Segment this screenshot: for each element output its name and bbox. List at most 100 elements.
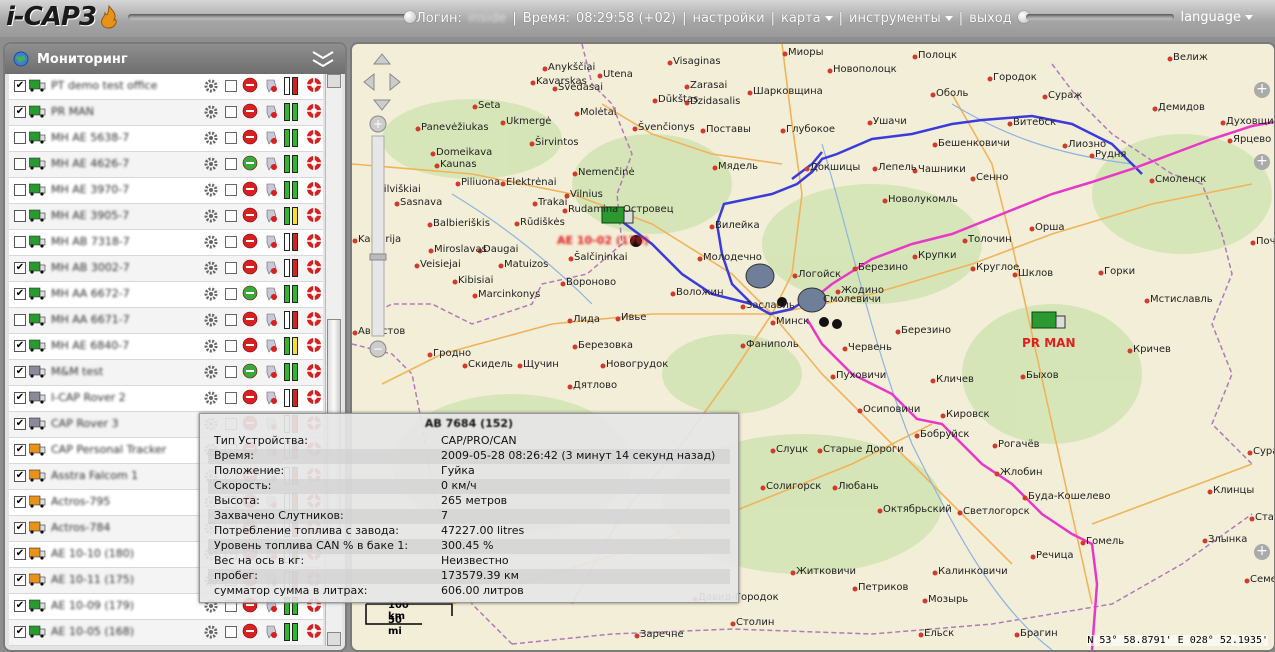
pan-up-icon[interactable] [372,53,392,65]
pin-icon[interactable] [264,208,278,224]
vehicle-checkbox[interactable]: ✔ [14,626,26,638]
vehicle-name[interactable]: МН АА 6671-7 [51,313,130,326]
map-expand-button[interactable]: + [1254,82,1270,98]
vehicle-row[interactable]: МН АЕ 3905-7 [9,204,323,230]
vehicle-name[interactable]: AE 10-05 (168) [51,625,134,638]
menu-settings[interactable]: настройки [692,11,764,26]
menu-exit[interactable]: выход [969,11,1012,26]
vehicle-row[interactable]: ✔ МН АЕ 6840-7 [9,334,323,360]
pin-icon[interactable] [264,624,278,640]
pin-icon[interactable] [264,104,278,120]
vehicle-checkbox[interactable]: ✔ [14,496,26,508]
vehicle-name[interactable]: M&M test [51,365,103,378]
track-checkbox[interactable] [225,210,237,222]
lifebuoy-icon[interactable] [306,311,322,327]
map-expand-button[interactable]: + [1254,544,1270,560]
vehicle-name[interactable]: Asstra Falcom 1 [51,469,138,482]
vehicle-checkbox[interactable] [14,184,26,196]
pin-icon[interactable] [264,390,278,406]
pin-icon[interactable] [264,260,278,276]
vehicle-row[interactable]: МН АА 6671-7 [9,308,323,334]
vehicle-checkbox[interactable]: ✔ [14,80,26,92]
pin-icon[interactable] [264,234,278,250]
track-checkbox[interactable] [225,236,237,248]
lifebuoy-icon[interactable] [306,207,322,223]
gear-icon[interactable] [203,624,219,640]
gear-icon[interactable] [203,78,219,94]
vehicle-name[interactable]: МН АЕ 3905-7 [51,209,129,222]
collapse-icon[interactable] [311,49,335,69]
lifebuoy-icon[interactable] [306,623,322,639]
pin-icon[interactable] [264,286,278,302]
vehicle-name[interactable]: МН АВ 7318-7 [51,235,130,248]
gear-icon[interactable] [203,338,219,354]
vehicle-name[interactable]: Actros-795 [51,495,110,508]
vehicle-checkbox[interactable]: ✔ [14,340,26,352]
gear-icon[interactable] [203,364,219,380]
vehicle-checkbox[interactable]: ✔ [14,600,26,612]
vehicle-name[interactable]: Actros-784 [51,521,110,534]
scroll-down-arrow[interactable] [327,632,341,646]
pan-control[interactable] [362,52,402,112]
vehicle-checkbox[interactable]: ✔ [14,522,26,534]
pin-icon[interactable] [264,182,278,198]
track-checkbox[interactable] [225,314,237,326]
pin-icon[interactable] [264,78,278,94]
track-checkbox[interactable] [225,288,237,300]
vehicle-checkbox[interactable]: ✔ [14,548,26,560]
vehicle-checkbox[interactable]: ✔ [14,366,26,378]
vehicle-row[interactable]: ✔ I-CAP Rover 2 [9,386,323,412]
track-checkbox[interactable] [225,340,237,352]
vehicle-row[interactable]: ✔ МН АА 6672-7 [9,282,323,308]
gear-icon[interactable] [203,234,219,250]
vehicle-checkbox[interactable] [14,236,26,248]
vehicle-row[interactable]: МН АЕ 4626-7 [9,152,323,178]
vehicle-row[interactable]: ✔ PR MAN [9,100,323,126]
vehicle-name[interactable]: МН АЕ 6840-7 [51,339,129,352]
pan-down-icon[interactable] [372,99,392,111]
track-checkbox[interactable] [225,132,237,144]
lifebuoy-icon[interactable] [306,103,322,119]
lifebuoy-icon[interactable] [306,259,322,275]
gear-icon[interactable] [203,208,219,224]
vehicle-checkbox[interactable] [14,314,26,326]
vehicle-checkbox[interactable]: ✔ [14,392,26,404]
pin-icon[interactable] [264,312,278,328]
vehicle-checkbox[interactable] [14,210,26,222]
vehicle-name[interactable]: МН АА 6672-7 [51,287,130,300]
lifebuoy-icon[interactable] [306,155,322,171]
menu-tools[interactable]: инструменты [849,11,953,26]
vehicle-name[interactable]: AE 10-11 (175) [51,573,134,586]
vehicle-checkbox[interactable]: ✔ [14,574,26,586]
lifebuoy-icon[interactable] [306,77,322,93]
pin-icon[interactable] [264,338,278,354]
vehicle-row[interactable]: МН АЕ 3970-7 [9,178,323,204]
lifebuoy-icon[interactable] [306,389,322,405]
vehicle-name[interactable]: I-CAP Rover 2 [51,391,126,404]
vehicle-name[interactable]: МН АЕ 3970-7 [51,183,129,196]
gear-icon[interactable] [203,390,219,406]
lifebuoy-icon[interactable] [306,337,322,353]
vehicle-name[interactable]: CAP Personal Tracker [51,443,166,456]
pan-left-icon[interactable] [363,72,375,92]
vehicle-checkbox[interactable]: ✔ [14,444,26,456]
track-checkbox[interactable] [225,626,237,638]
vehicle-row[interactable]: ✔ AE 10-05 (168) [9,620,323,646]
vehicle-name[interactable]: МН АЕ 4626-7 [51,157,129,170]
lifebuoy-icon[interactable] [306,129,322,145]
vehicle-row[interactable]: ✔ PT demo test office [9,74,323,100]
vehicle-name[interactable]: МН АЕ 5638-7 [51,131,129,144]
gear-icon[interactable] [203,286,219,302]
track-checkbox[interactable] [225,80,237,92]
vehicle-checkbox[interactable]: ✔ [14,418,26,430]
vehicle-row[interactable]: МН АЕ 5638-7 [9,126,323,152]
zoom-bar[interactable]: + − [368,114,388,359]
scroll-up-arrow[interactable] [327,74,341,88]
gear-icon[interactable] [203,156,219,172]
menu-map[interactable]: карта [781,11,833,26]
vehicle-checkbox[interactable] [14,132,26,144]
pin-icon[interactable] [264,364,278,380]
vehicle-checkbox[interactable]: ✔ [14,262,26,274]
lifebuoy-icon[interactable] [306,285,322,301]
language-selector[interactable]: language [1180,10,1253,25]
